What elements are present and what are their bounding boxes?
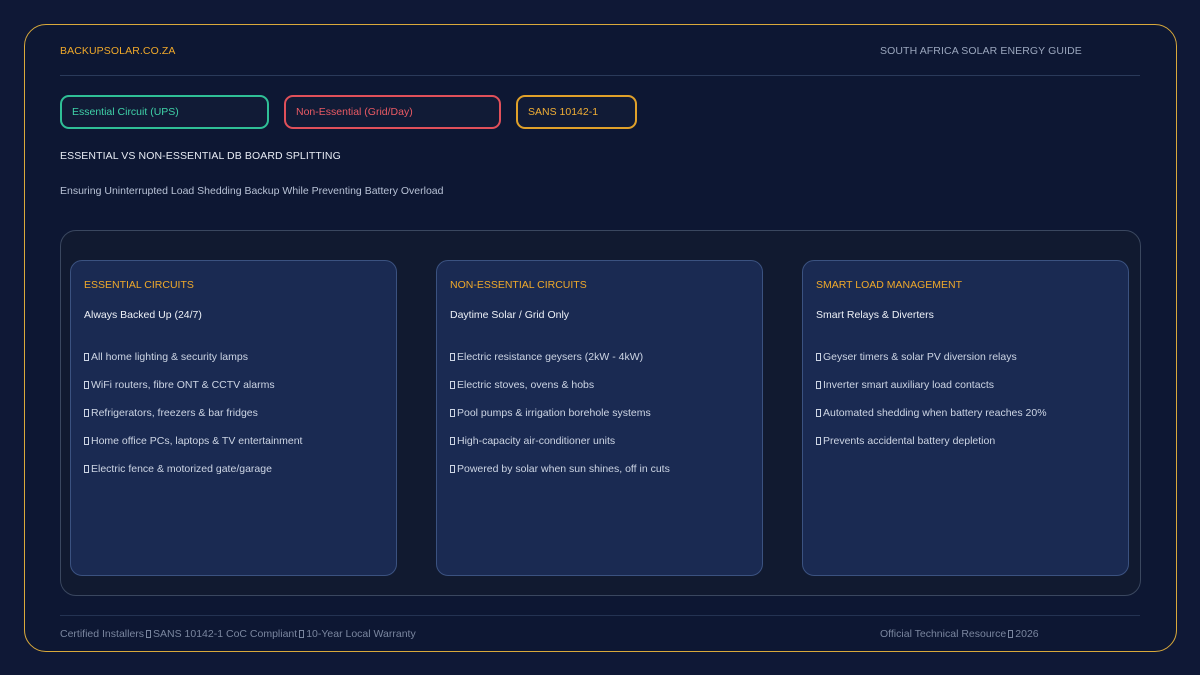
bullet-icon (816, 409, 821, 417)
page-title: ESSENTIAL VS NON-ESSENTIAL DB BOARD SPLI… (60, 150, 341, 162)
footer-resource: Official Technical Resource 2026 (880, 628, 1039, 640)
guide-label: SOUTH AFRICA SOLAR ENERGY GUIDE (880, 45, 1082, 57)
footer-credentials: Certified Installers SANS 10142-1 CoC Com… (60, 628, 416, 640)
card-heading: SMART LOAD MANAGEMENT (816, 279, 963, 291)
card-subheading: Always Backed Up (24/7) (84, 309, 202, 321)
list-item: Pool pumps & irrigation borehole systems (450, 406, 670, 434)
separator-icon (1008, 630, 1014, 638)
separator-icon (299, 630, 305, 638)
card-heading: ESSENTIAL CIRCUITS (84, 279, 194, 291)
bullet-icon (816, 381, 821, 389)
brand-logo-text[interactable]: BACKUPSOLAR.CO.ZA (60, 45, 175, 57)
bullet-icon (816, 353, 821, 361)
bullet-icon (816, 437, 821, 445)
card-list: Electric resistance geysers (2kW - 4kW) … (450, 350, 670, 490)
bullet-icon (450, 409, 455, 417)
separator-icon (146, 630, 152, 638)
tag-essential-circuit: Essential Circuit (UPS) (60, 95, 269, 129)
list-item: Electric stoves, ovens & hobs (450, 378, 670, 406)
list-item: Electric fence & motorized gate/garage (84, 462, 302, 490)
bullet-icon (84, 381, 89, 389)
card-list: All home lighting & security lamps WiFi … (84, 350, 302, 490)
page-subtitle: Ensuring Uninterrupted Load Shedding Bac… (60, 185, 444, 197)
bullet-icon (84, 437, 89, 445)
bullet-icon (84, 353, 89, 361)
card-subheading: Daytime Solar / Grid Only (450, 309, 570, 321)
list-item: Home office PCs, laptops & TV entertainm… (84, 434, 302, 462)
card-heading: NON-ESSENTIAL CIRCUITS (450, 279, 587, 291)
list-item: Geyser timers & solar PV diversion relay… (816, 350, 1047, 378)
card-smart-load-management: SMART LOAD MANAGEMENT Smart Relays & Div… (802, 260, 1129, 576)
bullet-icon (450, 437, 455, 445)
list-item: Powered by solar when sun shines, off in… (450, 462, 670, 490)
bullet-icon (84, 465, 89, 473)
bullet-icon (450, 353, 455, 361)
page-footer: Certified Installers SANS 10142-1 CoC Com… (60, 615, 1140, 645)
list-item: Electric resistance geysers (2kW - 4kW) (450, 350, 670, 378)
list-item: All home lighting & security lamps (84, 350, 302, 378)
bullet-icon (84, 409, 89, 417)
card-subheading: Smart Relays & Diverters (816, 309, 934, 321)
card-essential-circuits: ESSENTIAL CIRCUITS Always Backed Up (24/… (70, 260, 397, 576)
card-list: Geyser timers & solar PV diversion relay… (816, 350, 1047, 462)
list-item: Prevents accidental battery depletion (816, 434, 1047, 462)
list-item: WiFi routers, fibre ONT & CCTV alarms (84, 378, 302, 406)
list-item: Automated shedding when battery reaches … (816, 406, 1047, 434)
page-header: BACKUPSOLAR.CO.ZA SOUTH AFRICA SOLAR ENE… (60, 44, 1140, 76)
list-item: Refrigerators, freezers & bar fridges (84, 406, 302, 434)
list-item: High-capacity air-conditioner units (450, 434, 670, 462)
tag-sans-standard: SANS 10142-1 (516, 95, 637, 129)
list-item: Inverter smart auxiliary load contacts (816, 378, 1047, 406)
bullet-icon (450, 381, 455, 389)
tag-non-essential: Non-Essential (Grid/Day) (284, 95, 501, 129)
card-non-essential-circuits: NON-ESSENTIAL CIRCUITS Daytime Solar / G… (436, 260, 763, 576)
bullet-icon (450, 465, 455, 473)
